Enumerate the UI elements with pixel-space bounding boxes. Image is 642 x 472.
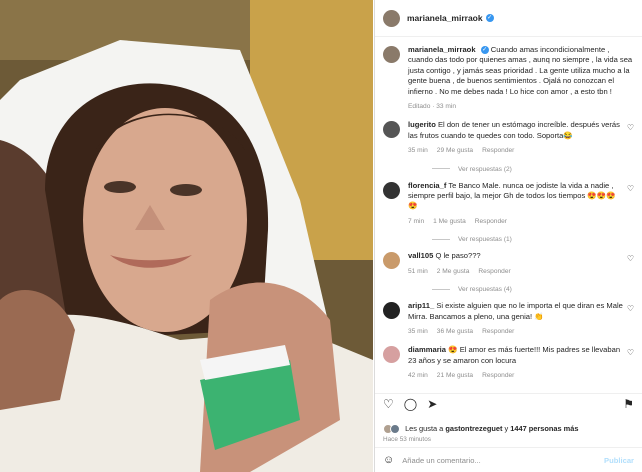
comment-time: 7 min (408, 217, 425, 225)
comments-list[interactable]: marianela_mirraok ✓ Cuando amas incondic… (375, 37, 642, 394)
comment-text: Q le paso??? (435, 251, 481, 261)
likes-user[interactable]: gastontrezeguet (445, 424, 502, 433)
likes-summary[interactable]: Les gusta a gastontrezeguet y 1447 perso… (383, 424, 578, 434)
header-username[interactable]: marianela_mirraok (407, 13, 483, 23)
view-replies-button[interactable]: Ver respuestas (2) (375, 157, 642, 173)
bookmark-icon[interactable]: ⚑ (623, 397, 634, 411)
comment-input[interactable]: Añade un comentario... (402, 456, 604, 465)
post-photo[interactable] (0, 0, 373, 472)
post-time: Hace 53 minutos (383, 436, 431, 443)
heart-icon[interactable]: ♡ (624, 345, 634, 381)
heart-icon[interactable]: ♡ (624, 181, 634, 228)
comment-icon[interactable]: ◯ (404, 397, 417, 411)
comment-username[interactable]: diammaria (408, 345, 446, 354)
comment-text: El don de tener un estómago increíble. d… (408, 120, 620, 140)
comment-username[interactable]: vall105 (408, 251, 433, 260)
heart-icon[interactable]: ♡ (624, 301, 634, 337)
avatar[interactable] (383, 181, 400, 199)
comment-username[interactable]: florencia_f (408, 181, 446, 190)
comment-item: florencia_f Te Banco Male. nunca oe jodi… (375, 173, 642, 228)
like-heart-icon[interactable]: ♡ (383, 397, 394, 411)
share-icon[interactable]: ➤ (427, 397, 437, 411)
comment-item: vall105 Q le paso??? 51 min 2 Me gusta Res… (375, 243, 642, 277)
add-comment-bar: ☺ Añade un comentario... Publicar (375, 447, 642, 472)
comments-panel: marianela_mirraok ✓ marianela_mirraok ✓ … (374, 0, 642, 472)
comment-item: arip11_ Si existe alguien que no le impo… (375, 293, 642, 337)
reply-button[interactable]: Responder (482, 328, 514, 335)
photo-image (0, 0, 373, 472)
post-actions: ♡ ◯ ➤ ⚑ (375, 393, 642, 414)
comment-likes[interactable]: 21 Me gusta (437, 372, 473, 379)
comment-time: 51 min (408, 267, 428, 275)
caption-meta: Editado · 33 min (408, 103, 457, 111)
reply-button[interactable]: Responder (482, 147, 514, 154)
reply-button[interactable]: Responder (478, 268, 510, 275)
comment-likes[interactable]: 1 Me gusta (433, 218, 466, 225)
avatar[interactable] (383, 9, 400, 27)
view-replies-button[interactable]: Ver respuestas (1) (375, 227, 642, 243)
post-header: marianela_mirraok ✓ (375, 0, 642, 37)
comment-text: Si existe alguien que no le importa el q… (408, 301, 623, 321)
comment-username[interactable]: lugerito (408, 120, 436, 129)
comment-item: diammaria 😍 El amor es más fuerte!!! Mis… (375, 337, 642, 381)
likes-count[interactable]: 1447 personas más (510, 424, 578, 433)
caption-username[interactable]: marianela_mirraok (408, 45, 476, 54)
comment-time: 42 min (408, 372, 428, 380)
verified-icon: ✓ (480, 46, 489, 54)
heart-icon[interactable]: ♡ (624, 251, 634, 277)
comment-item: lugerito El don de tener un estómago inc… (375, 112, 642, 156)
likes-joiner: y (504, 423, 509, 433)
comment-likes[interactable]: 29 Me gusta (437, 147, 473, 154)
comment-likes[interactable]: 2 Me gusta (437, 268, 470, 275)
heart-icon[interactable]: ♡ (624, 120, 634, 156)
reply-button[interactable]: Responder (475, 218, 507, 225)
avatar[interactable] (383, 252, 400, 270)
avatar (390, 424, 400, 434)
reply-button[interactable]: Responder (482, 372, 514, 379)
comment-time: 35 min (408, 327, 428, 335)
comment-username[interactable]: arip11_ (408, 301, 434, 310)
avatar[interactable] (383, 346, 400, 364)
emoji-icon[interactable]: ☺ (383, 454, 394, 466)
publish-button[interactable]: Publicar (604, 456, 634, 465)
comment-likes[interactable]: 36 Me gusta (437, 328, 473, 335)
caption: marianela_mirraok ✓ Cuando amas incondic… (375, 37, 642, 112)
avatar[interactable] (383, 121, 400, 139)
likes-prefix: Les gusta a (405, 423, 444, 433)
view-replies-button[interactable]: Ver respuestas (4) (375, 277, 642, 293)
avatar[interactable] (383, 302, 400, 320)
avatar[interactable] (383, 46, 400, 63)
comment-time: 35 min (408, 147, 428, 155)
verified-icon: ✓ (485, 14, 494, 22)
